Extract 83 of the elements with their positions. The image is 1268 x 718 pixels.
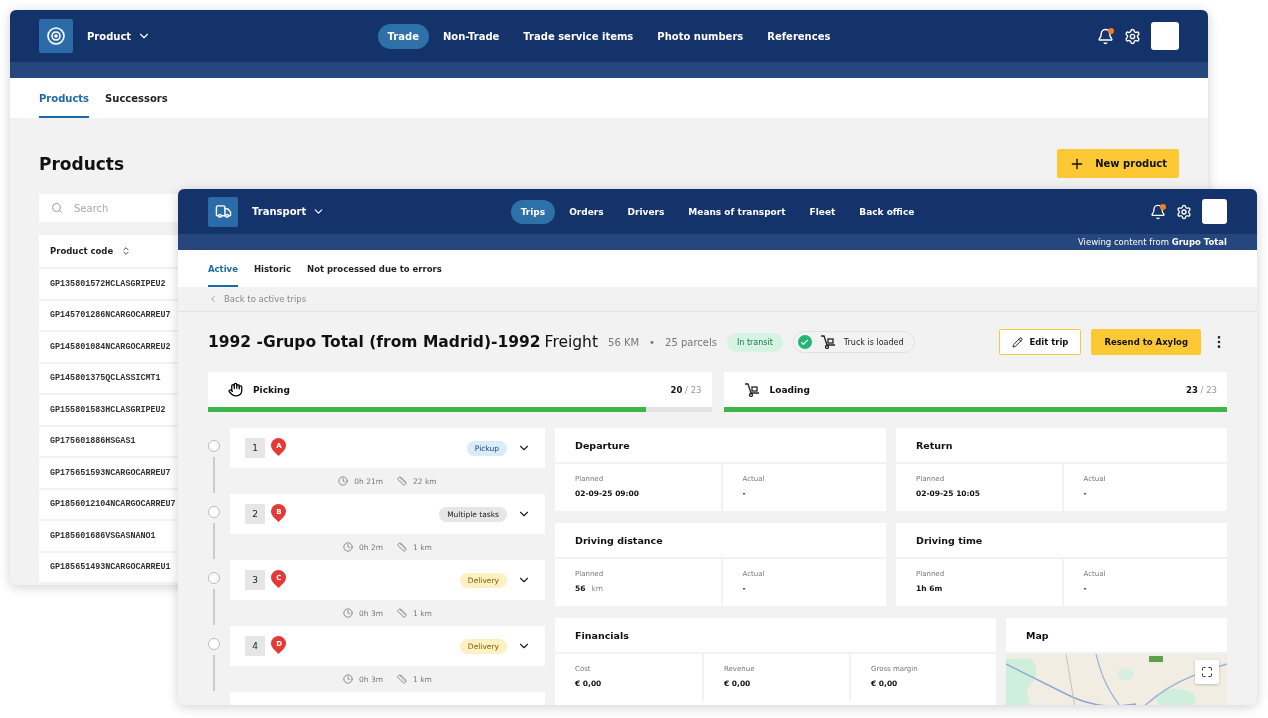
- tab[interactable]: Historic: [253, 250, 292, 287]
- ruler-icon: [397, 674, 408, 684]
- ruler-icon: [397, 476, 408, 486]
- wheel-logo-icon: [39, 19, 73, 53]
- table-cell: GP155801583HCLASGRIPEU2: [39, 395, 178, 425]
- page-title: Products: [39, 153, 125, 174]
- search-icon: [51, 202, 63, 214]
- clock-icon: [343, 674, 354, 684]
- sort-icon[interactable]: [121, 246, 132, 256]
- app-switcher[interactable]: Product: [87, 29, 152, 43]
- stop-circle-icon: [208, 506, 220, 518]
- nav-item[interactable]: Drivers: [617, 199, 675, 224]
- nav-item[interactable]: Back office: [849, 199, 925, 224]
- fullscreen-button[interactable]: [1195, 660, 1219, 684]
- trip-distance: 56 KM: [608, 336, 640, 348]
- ruler-icon: [397, 542, 408, 552]
- clock-icon: [338, 476, 349, 486]
- nav-item[interactable]: Trade service items: [513, 23, 644, 49]
- card-title: Departure: [555, 428, 886, 464]
- tab[interactable]: Successors: [105, 78, 168, 118]
- loaded-text: Truck is loaded: [843, 337, 904, 347]
- progress-count: 23 / 23: [1186, 384, 1217, 395]
- stop-circle-icon: [208, 572, 220, 584]
- table-cell: GP1856012104NCARGOCARREU7: [39, 489, 178, 519]
- progress-count: 20 / 23: [670, 384, 702, 395]
- settings-icon[interactable]: [1124, 27, 1141, 45]
- app-switcher[interactable]: Transport: [252, 205, 326, 218]
- stop-circle-icon: [208, 638, 220, 650]
- search-field[interactable]: Search: [39, 194, 178, 222]
- clock-icon: [343, 608, 354, 618]
- bell-icon[interactable]: [1150, 203, 1166, 220]
- table-cell: GP145801375QCLASSICMT1: [39, 363, 178, 393]
- edit-button[interactable]: Edit trip: [999, 329, 1082, 355]
- stop-number: 2: [245, 504, 265, 524]
- table-cell: GP185601686VSGASNANO1: [39, 521, 178, 551]
- nav-item[interactable]: Means of transport: [678, 199, 796, 224]
- tab[interactable]: Not processed due to errors: [307, 250, 442, 287]
- nav-item[interactable]: Photo numbers: [647, 23, 754, 49]
- resend-button[interactable]: Resend to Axylog: [1091, 329, 1201, 355]
- separator-dot: •: [649, 336, 655, 348]
- trip-type: Freight: [544, 333, 598, 351]
- hand-icon: [228, 382, 243, 397]
- nav-item[interactable]: References: [757, 23, 841, 49]
- tab[interactable]: Products: [39, 78, 90, 118]
- table-cell: GP145701286NCARGOCARREU7: [39, 300, 178, 330]
- nav-item[interactable]: Trade: [377, 23, 429, 49]
- stop-circle-icon: [208, 440, 220, 452]
- truck-logo-icon: [208, 196, 238, 227]
- nav-item[interactable]: Trips: [510, 199, 556, 224]
- stop-number: 3: [245, 570, 265, 590]
- card-title: Financials: [555, 618, 996, 654]
- nav-item[interactable]: Fleet: [799, 199, 846, 224]
- table-cell: GP185651493NCARGOCARREU1: [39, 552, 178, 582]
- hand-truck-icon: [819, 335, 836, 349]
- progress-label: Picking: [253, 384, 291, 395]
- status-badge: In transit: [726, 332, 783, 352]
- trip-title: 1992 -Grupo Total (from Madrid)-1992: [208, 333, 541, 351]
- ruler-icon: [397, 608, 408, 618]
- clock-icon: [343, 542, 354, 552]
- nav-item[interactable]: Non-Trade: [432, 23, 510, 49]
- card-title: Driving time: [896, 523, 1227, 559]
- stop-number: 4: [245, 636, 265, 656]
- table-cell: GP135801572HCLASGRIPEU2: [39, 269, 178, 299]
- check-icon: [797, 335, 812, 349]
- stop-number: 1: [245, 438, 265, 458]
- bell-icon[interactable]: [1097, 27, 1114, 45]
- card-title: Return: [896, 428, 1227, 464]
- card-title: Driving distance: [555, 523, 886, 559]
- pencil-icon: [1012, 336, 1024, 348]
- nav-item[interactable]: Orders: [559, 199, 614, 224]
- chevron-left-icon: [208, 294, 218, 304]
- settings-icon[interactable]: [1176, 203, 1192, 220]
- new-product-button[interactable]: New product: [1057, 149, 1179, 178]
- hand-truck-icon: [743, 382, 760, 397]
- column-header[interactable]: Product code: [39, 235, 178, 267]
- viewing-note: Viewing content from Grupo Total: [1077, 237, 1227, 247]
- table-cell: GP145801084NCARGOCARREU2: [39, 332, 178, 362]
- tab[interactable]: Active: [208, 250, 238, 287]
- table-cell: GP175651593NCARGOCARREU7: [39, 458, 178, 488]
- expand-icon: [1201, 666, 1213, 678]
- table-cell: GP175601886HSGAS1: [39, 426, 178, 456]
- parcel-count: 25 parcels: [665, 336, 717, 348]
- progress-label: Loading: [769, 384, 811, 395]
